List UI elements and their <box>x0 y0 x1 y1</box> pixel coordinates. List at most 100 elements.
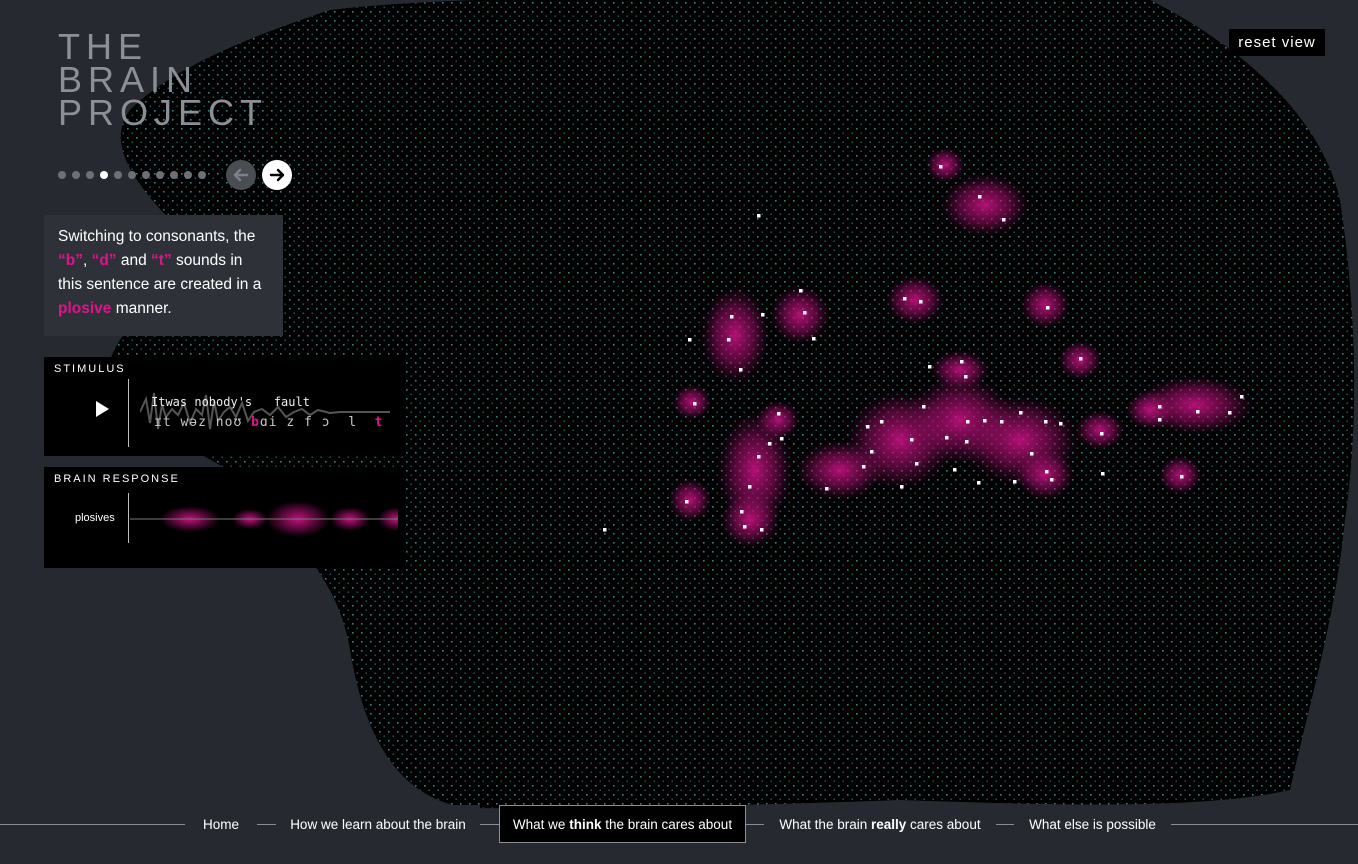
activation-point <box>777 412 781 416</box>
stimulus-divider <box>128 379 129 447</box>
activation-point <box>603 528 607 532</box>
activation-glow <box>885 275 945 325</box>
activation-point <box>866 425 870 429</box>
step-dot[interactable] <box>156 171 164 179</box>
bottom-navigation: Home How we learn about the brain What w… <box>0 803 1358 843</box>
activation-point <box>978 195 982 199</box>
activation-point <box>1196 410 1200 414</box>
logo-line-3: PROJECT <box>58 92 269 133</box>
activation-point <box>693 402 697 406</box>
reset-view-button[interactable]: reset view <box>1229 29 1325 56</box>
stimulus-panel: STIMULUS Itwas nobody's fault ɪt wəz noʊ… <box>44 357 406 456</box>
phoneme-run: i z f ɔ l <box>268 415 375 430</box>
step-dot[interactable] <box>86 171 94 179</box>
caption-highlight-plosive: plosive <box>58 300 112 317</box>
stimulus-phonemes: ɪt wəz noʊ bɑi z f ɔ l t <box>154 415 384 430</box>
activation-glow <box>930 350 990 390</box>
activation-point <box>910 438 914 442</box>
caption-text: Switching to consonants, the “b”, “d” an… <box>58 225 269 321</box>
activation-point <box>825 487 829 491</box>
arrow-left-icon <box>233 168 249 182</box>
activation-point <box>1013 480 1017 484</box>
activation-glow <box>770 285 830 345</box>
nav-text: What we <box>512 816 566 832</box>
activation-point <box>966 420 970 424</box>
activation-point <box>730 315 734 319</box>
activation-point <box>1050 478 1054 482</box>
phoneme-highlight: t <box>374 415 384 430</box>
activation-point <box>1240 395 1244 399</box>
phoneme-highlight: b <box>251 415 260 430</box>
step-dot[interactable] <box>72 171 80 179</box>
step-dot[interactable] <box>184 171 192 179</box>
activation-point <box>1101 472 1105 476</box>
nav-how-we-learn[interactable]: How we learn about the brain <box>276 805 480 843</box>
step-dots <box>58 171 206 179</box>
stimulus-title: STIMULUS <box>54 363 126 375</box>
activation-point <box>1045 470 1049 474</box>
activation-point <box>915 462 919 466</box>
activation-point <box>1180 475 1184 479</box>
brain-response-panel: BRAIN RESPONSE plosives <box>44 467 406 568</box>
nav-home[interactable]: Home <box>185 805 257 843</box>
previous-step-button[interactable] <box>226 160 256 190</box>
activation-point <box>1158 405 1162 409</box>
activation-glow <box>925 147 965 183</box>
step-dot[interactable] <box>58 171 66 179</box>
activation-point <box>780 437 784 441</box>
caption-highlight-d: “d” <box>91 252 117 269</box>
activation-point <box>880 420 884 424</box>
nav-what-brain-really[interactable]: What the brain really cares about <box>764 805 996 843</box>
arrow-right-icon <box>269 168 285 182</box>
app-stage: THE BRAIN PROJECT reset view Switching t… <box>0 0 1358 864</box>
step-dot[interactable] <box>198 171 206 179</box>
activation-point <box>903 297 907 301</box>
activation-point <box>748 485 752 489</box>
activation-point <box>928 365 932 369</box>
activation-point <box>900 485 904 489</box>
activation-point <box>1059 422 1063 426</box>
caption-part: and <box>116 252 152 269</box>
activation-point <box>922 405 926 409</box>
caption-part: manner. <box>111 300 172 317</box>
activation-glow <box>700 285 770 385</box>
activation-point <box>757 214 761 218</box>
activation-glow <box>1015 450 1075 500</box>
step-dot[interactable] <box>170 171 178 179</box>
step-dot[interactable] <box>100 171 108 179</box>
step-dot[interactable] <box>114 171 122 179</box>
activation-point <box>739 368 743 372</box>
stimulus-words: Itwas nobody's fault <box>151 395 310 409</box>
audio-waveform <box>140 392 390 430</box>
activation-point <box>1046 306 1050 310</box>
activation-point <box>960 360 964 364</box>
activation-point <box>1019 411 1023 415</box>
activation-point <box>757 455 761 459</box>
next-step-button[interactable] <box>262 160 292 190</box>
caption-part: Switching to consonants, the <box>58 228 256 245</box>
caption-highlight-b: “b” <box>58 252 83 269</box>
activation-point <box>740 510 744 514</box>
activation-point <box>870 450 874 454</box>
step-dot[interactable] <box>142 171 150 179</box>
step-caption: Switching to consonants, the “b”, “d” an… <box>44 215 283 336</box>
activation-point <box>939 165 943 169</box>
nav-text: cares about <box>910 816 981 832</box>
activation-point <box>1002 218 1006 222</box>
step-dot[interactable] <box>128 171 136 179</box>
activation-point <box>1228 411 1232 415</box>
caption-part: , <box>82 252 92 269</box>
activation-glow <box>1020 281 1070 329</box>
play-icon[interactable] <box>92 399 112 419</box>
activation-glow <box>940 173 1030 237</box>
phoneme-run: ɑ <box>259 415 269 430</box>
nav-what-else[interactable]: What else is possible <box>1014 805 1171 843</box>
activation-point <box>727 338 731 342</box>
activation-point <box>743 525 747 529</box>
activation-glow <box>672 384 712 420</box>
nav-text-bold: really <box>870 816 907 832</box>
response-trace <box>130 501 398 537</box>
activation-point <box>977 481 981 485</box>
caption-highlight-t: “t” <box>151 252 172 269</box>
nav-what-we-think[interactable]: What we think the brain cares about <box>499 805 746 843</box>
